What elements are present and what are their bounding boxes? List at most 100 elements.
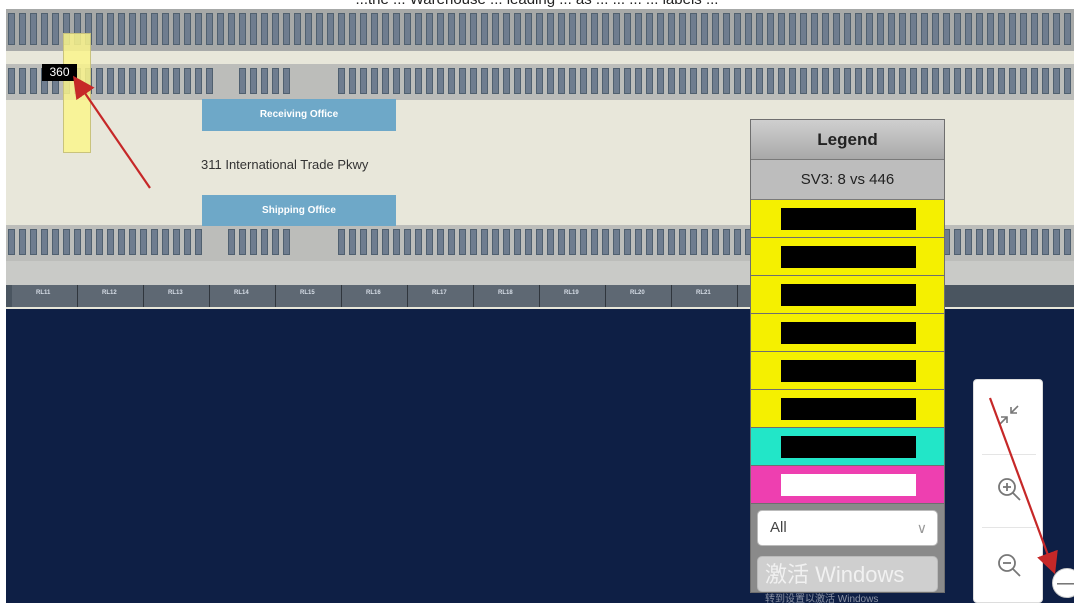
dock-slot[interactable] [184, 13, 191, 45]
dock-slot[interactable] [701, 68, 708, 94]
dock-slot[interactable] [987, 229, 994, 255]
dock-slot[interactable] [899, 13, 906, 45]
dock-slot[interactable] [591, 229, 598, 255]
dock-slot[interactable] [602, 229, 609, 255]
dock-slot[interactable] [536, 229, 543, 255]
dock-slot[interactable] [107, 68, 114, 94]
dock-slot[interactable] [349, 13, 356, 45]
dock-slot[interactable] [558, 229, 565, 255]
dock-slot[interactable] [217, 13, 224, 45]
dock-slot[interactable] [283, 68, 290, 94]
dock-slot[interactable] [602, 13, 609, 45]
dock-slot[interactable] [921, 68, 928, 94]
dock-slot[interactable] [140, 68, 147, 94]
dock-slot[interactable] [1053, 229, 1060, 255]
dock-slot[interactable] [690, 68, 697, 94]
dock-slot[interactable] [822, 68, 829, 94]
dock-slot[interactable] [1031, 229, 1038, 255]
dock-slot[interactable] [1053, 13, 1060, 45]
dock-slot[interactable] [778, 13, 785, 45]
dock-slot[interactable] [679, 68, 686, 94]
dock-slot[interactable] [855, 13, 862, 45]
dock-slot[interactable] [723, 68, 730, 94]
dock-slot[interactable] [184, 68, 191, 94]
dock-slot[interactable] [118, 229, 125, 255]
dock-slot[interactable] [338, 229, 345, 255]
dock-slot[interactable] [580, 13, 587, 45]
dock-slot[interactable] [734, 68, 741, 94]
dock-slot[interactable] [360, 68, 367, 94]
dock-slot[interactable] [74, 229, 81, 255]
dock-slot[interactable] [998, 13, 1005, 45]
dock-slot[interactable] [206, 68, 213, 94]
dock-slot[interactable] [426, 229, 433, 255]
dock-slot[interactable] [624, 13, 631, 45]
dock-slot[interactable] [118, 13, 125, 45]
dock-slot[interactable] [514, 13, 521, 45]
dock-slot[interactable] [800, 68, 807, 94]
dock-slot[interactable] [228, 13, 235, 45]
dock-slot[interactable] [250, 13, 257, 45]
rl-lane[interactable] [144, 285, 210, 307]
dock-slot[interactable] [261, 229, 268, 255]
dock-slot[interactable] [756, 13, 763, 45]
dock-slot[interactable] [514, 68, 521, 94]
dock-slot[interactable] [470, 13, 477, 45]
dock-slot[interactable] [261, 13, 268, 45]
dock-slot[interactable] [811, 13, 818, 45]
dock-slot[interactable] [668, 68, 675, 94]
dock-slot[interactable] [173, 13, 180, 45]
dock-slot[interactable] [30, 13, 37, 45]
dock-slot[interactable] [30, 68, 37, 94]
dock-slot[interactable] [646, 229, 653, 255]
dock-slot[interactable] [140, 13, 147, 45]
dock-slot[interactable] [492, 13, 499, 45]
dock-slot[interactable] [272, 68, 279, 94]
dock-slot[interactable] [415, 68, 422, 94]
dock-slot[interactable] [1020, 13, 1027, 45]
rl-lane[interactable] [606, 285, 672, 307]
dock-slot[interactable] [151, 13, 158, 45]
dock-slot[interactable] [778, 68, 785, 94]
dock-slot[interactable] [349, 68, 356, 94]
dock-slot[interactable] [943, 68, 950, 94]
dock-slot[interactable] [305, 13, 312, 45]
dock-slot[interactable] [426, 68, 433, 94]
dock-slot[interactable] [745, 68, 752, 94]
dock-slot[interactable] [613, 68, 620, 94]
dock-slot[interactable] [569, 13, 576, 45]
dock-slot[interactable] [657, 229, 664, 255]
dock-slot[interactable] [283, 13, 290, 45]
dock-slot[interactable] [756, 68, 763, 94]
dock-slot[interactable] [151, 229, 158, 255]
dock-slot[interactable] [1009, 68, 1016, 94]
dock-slot[interactable] [635, 68, 642, 94]
dock-slot[interactable] [976, 229, 983, 255]
dock-slot[interactable] [184, 229, 191, 255]
dock-slot[interactable] [459, 13, 466, 45]
dock-slot[interactable] [294, 13, 301, 45]
dock-slot[interactable] [19, 229, 26, 255]
dock-slot[interactable] [910, 13, 917, 45]
dock-slot[interactable] [888, 68, 895, 94]
dock-slot[interactable] [173, 229, 180, 255]
dock-slot[interactable] [536, 13, 543, 45]
dock-slot[interactable] [327, 13, 334, 45]
dock-slot[interactable] [701, 229, 708, 255]
dock-slot[interactable] [514, 229, 521, 255]
dock-slot[interactable] [888, 13, 895, 45]
dock-slot[interactable] [8, 13, 15, 45]
dock-slot[interactable] [151, 68, 158, 94]
dock-slot[interactable] [1009, 13, 1016, 45]
dock-slot[interactable] [602, 68, 609, 94]
dock-slot[interactable] [360, 229, 367, 255]
dock-slot[interactable] [536, 68, 543, 94]
dock-slot[interactable] [932, 68, 939, 94]
dock-slot[interactable] [393, 68, 400, 94]
dock-slot[interactable] [943, 13, 950, 45]
dock-slot[interactable] [558, 13, 565, 45]
dock-slot[interactable] [965, 229, 972, 255]
legend-filter-select[interactable]: All ∨ [757, 510, 938, 546]
dock-slot[interactable] [437, 229, 444, 255]
rl-lane[interactable] [12, 285, 78, 307]
